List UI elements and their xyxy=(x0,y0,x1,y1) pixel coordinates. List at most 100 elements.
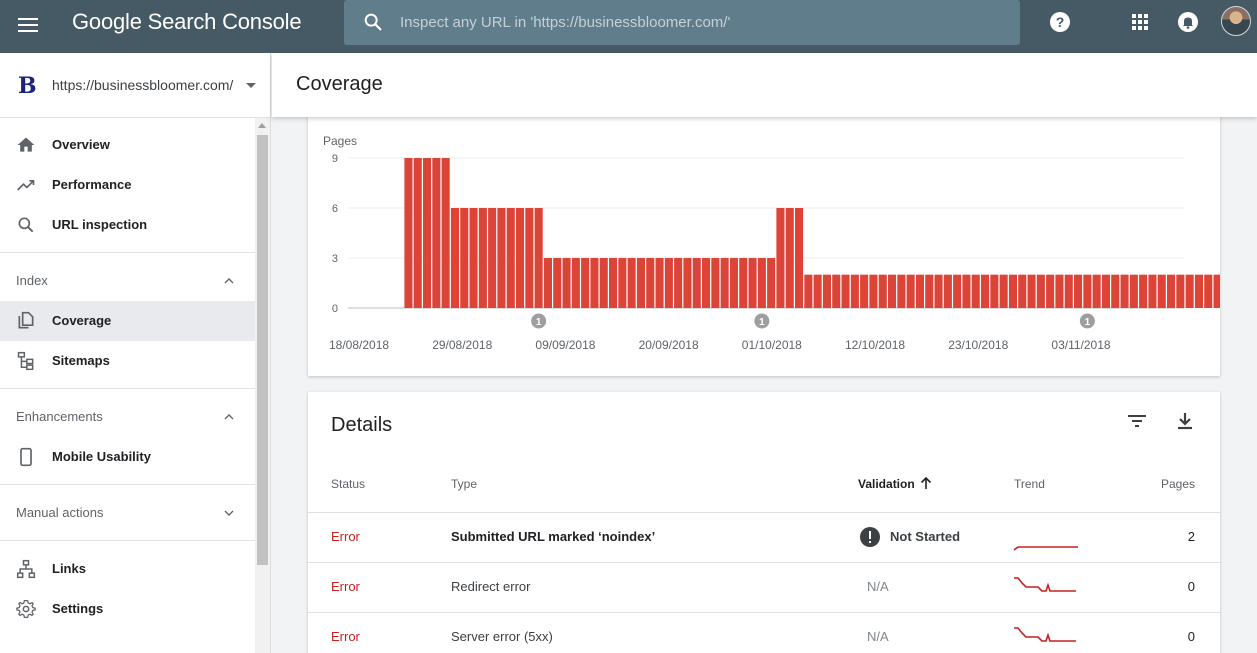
search-icon xyxy=(364,13,382,31)
column-header-type[interactable]: Type xyxy=(451,477,477,491)
chart-bar xyxy=(962,274,971,308)
search-icon xyxy=(18,217,34,233)
chart-bar xyxy=(404,158,413,308)
chart-bar xyxy=(999,274,1008,308)
scroll-up-arrow-icon[interactable] xyxy=(258,123,266,128)
chart-bar xyxy=(562,258,571,308)
chart-bar xyxy=(413,158,422,308)
top-app-bar: Google Search Console ? xyxy=(0,0,1257,53)
phone-icon xyxy=(20,447,32,467)
chart-bar xyxy=(590,258,599,308)
sidebar-item-sitemaps[interactable]: Sitemaps xyxy=(0,341,255,381)
chart-bar xyxy=(767,258,776,308)
column-header-status[interactable]: Status xyxy=(331,477,365,491)
y-tick-label: 9 xyxy=(332,153,338,165)
filter-icon[interactable] xyxy=(1125,409,1149,433)
sidebar-item-mobile-usability[interactable]: Mobile Usability xyxy=(0,437,255,477)
chart-bar xyxy=(1120,274,1129,308)
chart-bar xyxy=(1027,274,1036,308)
chart-bar xyxy=(692,258,701,308)
property-selector[interactable]: B https://businessbloomer.com/ xyxy=(0,53,270,118)
property-url: https://businessbloomer.com/ xyxy=(52,77,234,93)
section-label: Index xyxy=(16,273,48,288)
chart-bar xyxy=(720,258,729,308)
app-title[interactable]: Google Search Console xyxy=(72,8,302,36)
annotation-label: 1 xyxy=(1085,317,1091,328)
coverage-chart-card: Pages 0 3 6 9 18/08/2018 29/08/2018 09/09/2018 2… xyxy=(308,105,1220,376)
coverage-bar-chart[interactable]: Pages 0 3 6 9 18/08/2018 29/08/2018 09/09/2018 2… xyxy=(308,105,1220,376)
chart-bar xyxy=(1036,274,1045,308)
y-tick-label: 3 xyxy=(332,253,338,265)
validation-cell: N/A xyxy=(867,629,889,644)
column-header-validation[interactable]: Validation xyxy=(858,477,915,491)
chart-bar xyxy=(478,208,487,308)
sidebar-divider xyxy=(0,484,255,485)
chart-bar xyxy=(1194,274,1203,308)
column-header-trend[interactable]: Trend xyxy=(1014,477,1045,491)
pages-cell: 0 xyxy=(1187,629,1195,644)
sidebar-divider xyxy=(0,252,255,253)
notifications-bell-icon[interactable] xyxy=(1176,10,1200,34)
chart-bar xyxy=(1083,274,1092,308)
chart-bar xyxy=(702,258,711,308)
validation-cell: N/A xyxy=(867,579,889,594)
sidebar-section-index[interactable]: Index xyxy=(0,261,255,301)
chart-bar xyxy=(674,258,683,308)
y-axis-label: Pages xyxy=(323,134,357,148)
chart-bar xyxy=(1111,274,1120,308)
details-title: Details xyxy=(331,414,393,436)
sidebar-item-links[interactable]: Links xyxy=(0,549,255,589)
url-inspect-search-bar[interactable] xyxy=(344,0,1020,45)
sitemap-icon xyxy=(17,351,34,371)
sidebar-section-manual-actions[interactable]: Manual actions xyxy=(0,493,255,533)
chart-bar xyxy=(1167,274,1176,308)
chart-bar xyxy=(488,208,497,308)
chart-bar xyxy=(1148,274,1157,308)
file-copy-icon xyxy=(18,311,34,329)
chart-bar xyxy=(664,258,673,308)
chart-bar xyxy=(813,274,822,308)
sidebar-item-url-inspection[interactable]: URL inspection xyxy=(0,205,255,245)
table-row[interactable]: Error Redirect error N/A 0 xyxy=(308,562,1220,612)
help-icon[interactable]: ? xyxy=(1048,10,1072,34)
chart-bar xyxy=(795,208,804,308)
sidebar-item-performance[interactable]: Performance xyxy=(0,165,255,205)
property-logo: B xyxy=(18,73,37,99)
sidebar-item-coverage[interactable]: Coverage xyxy=(0,301,255,341)
apps-grid-icon[interactable] xyxy=(1128,10,1152,34)
sidebar-section-enhancements[interactable]: Enhancements xyxy=(0,397,255,437)
column-header-pages[interactable]: Pages xyxy=(1161,477,1195,491)
trend-sparkline xyxy=(1014,577,1076,592)
alert-icon xyxy=(860,527,880,547)
x-tick-label: 09/09/2018 xyxy=(535,338,595,352)
table-row[interactable]: Error Submitted URL marked ‘noindex’ Not… xyxy=(308,512,1220,562)
y-tick-label: 0 xyxy=(332,303,338,315)
url-inspect-input[interactable] xyxy=(400,0,1000,45)
chart-bar xyxy=(869,274,878,308)
chart-bar xyxy=(534,208,543,308)
sort-ascending-arrow-icon[interactable] xyxy=(920,476,932,490)
hamburger-menu-icon[interactable] xyxy=(16,13,40,37)
chart-bar xyxy=(609,258,618,308)
type-cell: Redirect error xyxy=(451,579,531,594)
chart-bar xyxy=(804,274,813,308)
sidebar-item-overview[interactable]: Overview xyxy=(0,125,255,165)
chart-bar xyxy=(506,208,515,308)
annotation-label: 1 xyxy=(759,317,765,328)
chart-bar xyxy=(460,208,469,308)
account-avatar[interactable] xyxy=(1221,6,1251,36)
sidebar-item-settings[interactable]: Settings xyxy=(0,589,255,629)
download-icon[interactable] xyxy=(1173,409,1197,433)
chart-bar xyxy=(1157,274,1166,308)
chart-bar xyxy=(571,258,580,308)
chart-bar xyxy=(748,258,757,308)
chart-bar xyxy=(683,258,692,308)
sidebar-scrollbar-thumb[interactable] xyxy=(257,135,268,565)
table-row[interactable]: Error Server error (5xx) N/A 0 xyxy=(308,612,1220,653)
chart-bar xyxy=(739,258,748,308)
trend-sparkline xyxy=(1014,627,1076,642)
section-label: Manual actions xyxy=(16,505,104,520)
chart-bar xyxy=(981,274,990,308)
links-icon xyxy=(16,559,36,579)
chevron-down-icon xyxy=(224,510,234,516)
